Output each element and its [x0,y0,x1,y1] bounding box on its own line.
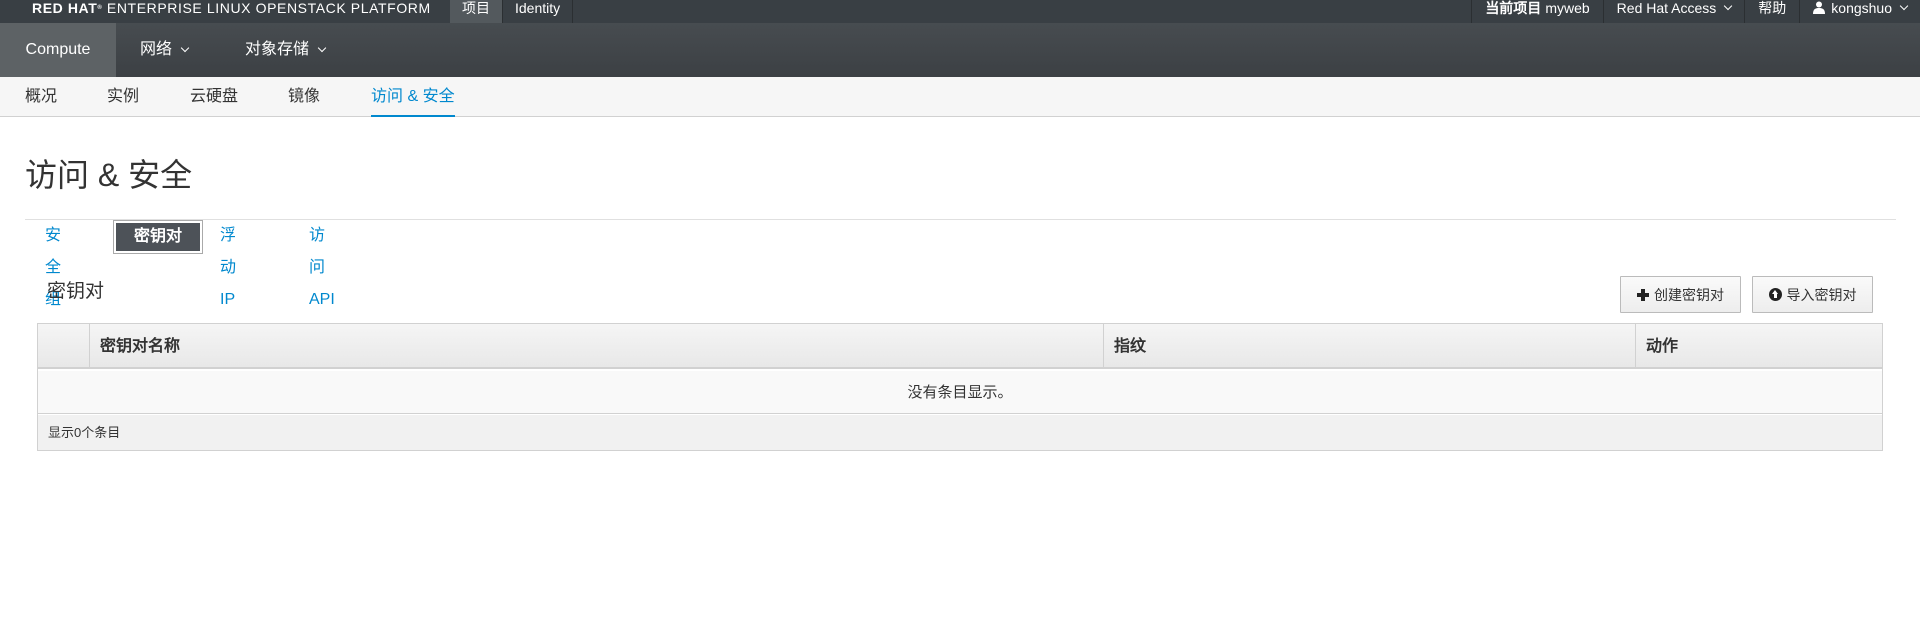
nav-access-security[interactable]: 访问 & 安全 [371,77,455,117]
secondary-navbar: Compute 网络 对象存储 [0,23,1920,77]
top-nav-identity[interactable]: Identity [503,0,574,23]
create-keypair-label: 创建密钥对 [1654,286,1724,303]
section-title: 密钥对 [47,281,105,302]
nav-overview[interactable]: 概况 [25,77,57,117]
help-label: 帮助 [1758,0,1787,16]
upload-circle-icon [1768,288,1782,301]
tab-security-groups[interactable]: 安全组 [45,220,61,308]
page-title: 访问 & 安全 [25,157,193,193]
tab-key-pairs[interactable]: 密钥对 [113,220,203,254]
create-keypair-button[interactable]: 创建密钥对 [1620,276,1741,313]
empty-message: 没有条目显示。 [38,371,1882,414]
brand-logo[interactable]: RED HAT® ENTERPRISE LINUX OPENSTACK PLAT… [32,0,431,23]
brand-red-hat: RED HAT [32,0,98,16]
column-header-actions: 动作 [1635,324,1882,369]
tab-floating-ip[interactable]: 浮动IP [220,220,236,308]
plus-icon [1637,288,1649,301]
nav-images[interactable]: 镜像 [288,77,320,117]
tab-access-api[interactable]: 访问API [309,220,335,308]
nav-instances[interactable]: 实例 [107,77,139,117]
select-all-column[interactable] [38,324,89,369]
user-icon [1813,1,1826,14]
red-hat-access-label: Red Hat Access [1616,0,1717,16]
project-selector-value: myweb [1545,0,1590,16]
chevron-down-icon [1724,1,1733,11]
table-header: 密钥对名称 指纹 动作 [38,324,1882,369]
keypairs-table: 密钥对名称 指纹 动作 没有条目显示。 显示0个条目 [37,323,1883,451]
red-hat-access-menu[interactable]: Red Hat Access [1602,0,1745,23]
nav-compute-label: Compute [25,41,91,58]
project-selector[interactable]: 当前项目 myweb [1471,0,1602,23]
column-header-name[interactable]: 密钥对名称 [89,324,1103,369]
chevron-down-icon [180,43,190,53]
top-navbar: RED HAT® ENTERPRISE LINUX OPENSTACK PLAT… [0,0,1920,23]
project-selector-label: 当前项目 [1485,0,1542,16]
user-name: kongshuo [1831,0,1892,16]
title-divider [25,219,1896,220]
top-right-menu: 当前项目 myweb Red Hat Access 帮助 kongshuo [1471,0,1920,23]
tertiary-navbar: 概况 实例 云硬盘 镜像 访问 & 安全 [0,77,1920,117]
nav-object-storage[interactable]: 对象存储 [245,23,327,77]
brand-product: ENTERPRISE LINUX OPENSTACK PLATFORM [102,0,431,16]
nav-compute[interactable]: Compute [0,23,116,77]
nav-object-storage-label: 对象存储 [245,41,310,58]
nav-volumes[interactable]: 云硬盘 [190,77,238,117]
chevron-down-icon [317,43,327,53]
top-nav-project[interactable]: 项目 [450,0,503,23]
chevron-down-icon [1899,1,1909,11]
import-keypair-label: 导入密钥对 [1786,286,1857,303]
nav-network-label: 网络 [140,41,173,58]
table-footer: 显示0个条目 [38,415,1882,450]
user-menu[interactable]: kongshuo [1799,0,1920,23]
column-header-fingerprint[interactable]: 指纹 [1103,324,1635,369]
top-nav: 项目 Identity [450,0,574,23]
import-keypair-button[interactable]: 导入密钥对 [1752,276,1873,313]
nav-network[interactable]: 网络 [140,23,190,77]
help-link[interactable]: 帮助 [1744,0,1799,23]
